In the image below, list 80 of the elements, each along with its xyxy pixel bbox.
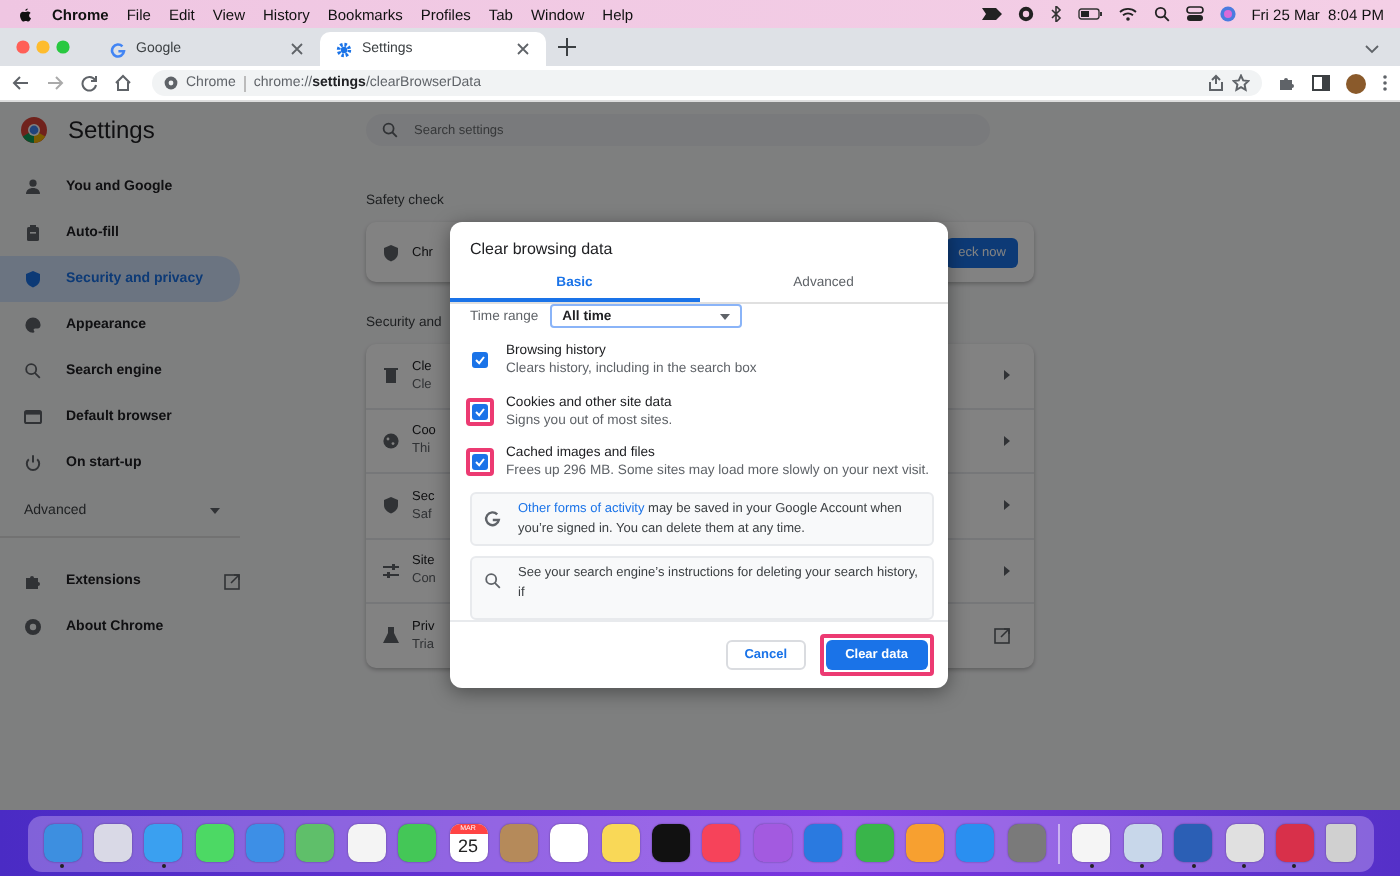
control-center-icon	[1185, 6, 1204, 22]
person-icon	[24, 178, 42, 196]
caret-icon[interactable]	[1364, 44, 1380, 54]
arrow-right-icon[interactable]	[1004, 435, 1010, 446]
search-icon	[1153, 6, 1170, 22]
siri-icon	[1219, 6, 1236, 22]
app-icon[interactable]	[1123, 824, 1162, 862]
share-icon[interactable]	[1208, 74, 1224, 92]
arrow-right-icon[interactable]	[1004, 565, 1010, 576]
wifi-icon	[1117, 6, 1138, 22]
gear-icon	[336, 41, 352, 57]
search-icon	[24, 362, 42, 380]
app-icon[interactable]	[195, 824, 234, 862]
cookie-icon	[382, 431, 400, 450]
app-icon[interactable]	[550, 824, 589, 862]
sliders-icon	[382, 561, 400, 580]
close-icon[interactable]	[290, 42, 304, 56]
app-icon[interactable]	[905, 824, 944, 862]
g-logo-icon	[484, 510, 502, 529]
search-icon	[484, 572, 502, 591]
checkbox[interactable]	[472, 454, 488, 471]
close-icon[interactable]	[516, 42, 530, 56]
reload-icon[interactable]	[80, 74, 98, 92]
forward-icon[interactable]	[46, 74, 64, 92]
flask-icon	[382, 626, 400, 645]
arrow-right-icon[interactable]	[1004, 500, 1010, 511]
checkbox[interactable]	[472, 351, 488, 368]
dialog-title: Clear browsing data	[468, 238, 615, 262]
app-icon[interactable]	[398, 824, 437, 862]
app-icon[interactable]	[652, 824, 690, 862]
checkbox[interactable]	[472, 403, 488, 420]
star-icon[interactable]	[1232, 74, 1250, 92]
running-indicator	[1089, 864, 1094, 868]
plus-icon[interactable]	[558, 37, 576, 55]
app-icon[interactable]	[296, 824, 335, 862]
bluetooth-icon	[1049, 6, 1062, 22]
clipboard-icon	[24, 224, 42, 242]
shield-icon	[382, 496, 400, 515]
app-icon[interactable]	[347, 824, 386, 862]
apple-logo-icon	[16, 5, 34, 23]
running-indicator	[1242, 864, 1246, 868]
site-info-icon[interactable]	[164, 76, 178, 90]
app-icon[interactable]	[93, 824, 132, 862]
puzzle-icon	[24, 572, 42, 590]
more-menu-icon[interactable]	[1382, 74, 1388, 92]
shield-icon	[24, 270, 42, 288]
calendar-day: 25	[457, 834, 478, 858]
app-icon[interactable]	[1072, 824, 1111, 862]
g-logo-icon	[110, 41, 126, 57]
page-title: Settings	[68, 115, 155, 143]
external-link-icon[interactable]	[994, 627, 1010, 644]
app-icon[interactable]	[1225, 824, 1263, 862]
running-indicator	[1140, 864, 1145, 868]
arrow-right-icon[interactable]	[1004, 370, 1010, 381]
circle-status-icon	[1017, 6, 1034, 22]
search-icon	[382, 122, 398, 138]
running-indicator	[1292, 864, 1297, 868]
avatar-icon[interactable]	[1346, 73, 1366, 93]
puzzle-icon[interactable]	[1278, 74, 1296, 92]
caret-icon	[210, 508, 220, 514]
palette-icon	[24, 316, 42, 334]
trash-icon[interactable]	[1326, 824, 1357, 862]
side-panel-icon[interactable]	[1312, 74, 1330, 92]
browser-window-icon	[24, 408, 42, 426]
battery-icon	[1077, 8, 1102, 20]
running-indicator	[1191, 864, 1196, 868]
running-indicator	[161, 864, 166, 868]
close-window-button[interactable]	[16, 40, 30, 54]
check-icon	[474, 353, 486, 366]
trash-icon	[382, 366, 400, 385]
caret-icon	[720, 313, 731, 319]
check-icon	[474, 405, 486, 418]
home-icon[interactable]	[114, 74, 132, 92]
check-icon	[474, 456, 486, 469]
external-link-icon	[224, 573, 240, 589]
back-icon[interactable]	[12, 74, 30, 92]
app-icon[interactable]	[601, 824, 640, 862]
running-indicator	[60, 864, 64, 868]
power-icon	[24, 454, 42, 472]
status-app-icon	[981, 6, 1002, 22]
